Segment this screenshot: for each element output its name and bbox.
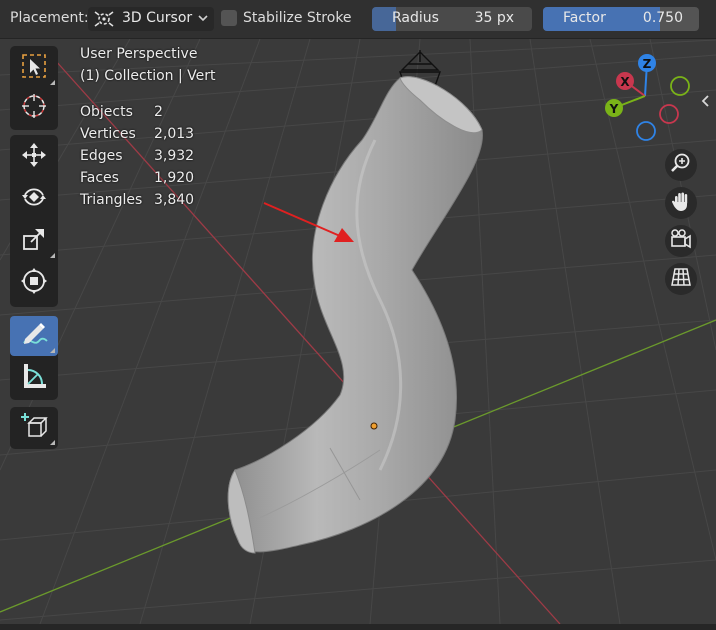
select-box-icon	[21, 53, 47, 83]
stat-label-edges: Edges	[80, 148, 123, 164]
factor-label: Factor	[563, 10, 606, 26]
stat-label-faces: Faces	[80, 170, 119, 186]
toolbar-group-annotate	[10, 316, 58, 400]
x-axis-label: X	[620, 75, 630, 89]
scale-icon	[21, 226, 47, 256]
chevron-left-icon[interactable]	[700, 94, 712, 112]
view-name: User Perspective	[80, 46, 198, 62]
navigation-gizmo[interactable]: Z X Y	[595, 51, 705, 146]
toolbar-group-transform	[10, 135, 58, 307]
measure-icon	[20, 362, 48, 394]
stat-value-edges: 3,932	[154, 148, 195, 164]
radius-value: 35 px	[474, 10, 514, 26]
y-axis-label: Y	[609, 102, 619, 116]
stat-value-triangles: 3,840	[154, 192, 195, 208]
scale-tool[interactable]	[10, 221, 58, 261]
pan-button[interactable]	[665, 187, 697, 219]
viewport-bottom-border	[0, 624, 716, 630]
measure-tool[interactable]	[10, 358, 58, 398]
add-cube-icon	[20, 412, 48, 444]
move-icon	[20, 141, 48, 173]
collection-info: (1) Collection | Vert	[80, 68, 216, 84]
annotate-tool[interactable]	[10, 316, 58, 356]
placement-dropdown[interactable]: 3D Cursor	[88, 7, 214, 31]
stat-label-objects: Objects	[80, 104, 133, 120]
stat-value-vertices: 2,013	[154, 126, 195, 142]
tool-header: Placement: 3D Cursor Stabilize Stroke Ra…	[0, 0, 716, 39]
stabilize-stroke-label: Stabilize Stroke	[243, 10, 352, 26]
toolbar-group-add	[10, 407, 58, 449]
object-origin-dot	[370, 422, 378, 430]
radius-slider[interactable]: Radius 35 px	[372, 7, 532, 31]
cursor-tool[interactable]	[10, 88, 58, 128]
add-cube-tool[interactable]	[10, 408, 58, 448]
transform-tool[interactable]	[10, 263, 58, 303]
stabilize-stroke-checkbox[interactable]	[221, 10, 237, 26]
neg-x-axis-ball	[659, 104, 679, 124]
camera-icon	[669, 228, 693, 254]
select-box-tool[interactable]	[10, 48, 58, 88]
move-tool[interactable]	[10, 137, 58, 177]
toolbar-group-select	[10, 46, 58, 130]
placement-label: Placement:	[10, 10, 89, 26]
3d-cursor-icon	[94, 10, 114, 32]
radius-label: Radius	[392, 10, 439, 26]
zoom-button[interactable]	[665, 149, 697, 181]
rotate-icon	[20, 183, 48, 215]
factor-value: 0.750	[642, 10, 683, 26]
stat-label-triangles: Triangles	[80, 192, 143, 208]
grid-toggle-icon	[670, 266, 692, 292]
factor-slider[interactable]: Factor 0.750	[543, 7, 699, 31]
placement-value: 3D Cursor	[122, 10, 193, 26]
camera-view-button[interactable]	[665, 225, 697, 257]
cursor-icon	[20, 92, 48, 124]
3d-viewport[interactable]: User Perspective (1) Collection | Vert O…	[0, 39, 716, 624]
stat-value-objects: 2	[154, 104, 163, 120]
transform-icon	[20, 267, 48, 299]
z-axis-label: Z	[643, 57, 652, 71]
perspective-toggle-button[interactable]	[665, 263, 697, 295]
hand-pan-icon	[670, 190, 692, 216]
tube-mesh	[227, 76, 483, 553]
neg-z-axis-ball	[636, 121, 656, 141]
zoom-icon	[670, 152, 692, 178]
stat-label-vertices: Vertices	[80, 126, 136, 142]
annotate-icon	[19, 319, 49, 353]
rotate-tool[interactable]	[10, 179, 58, 219]
chevron-down-icon	[196, 11, 210, 29]
stat-value-faces: 1,920	[154, 170, 195, 186]
neg-y-axis-ball	[670, 76, 690, 96]
